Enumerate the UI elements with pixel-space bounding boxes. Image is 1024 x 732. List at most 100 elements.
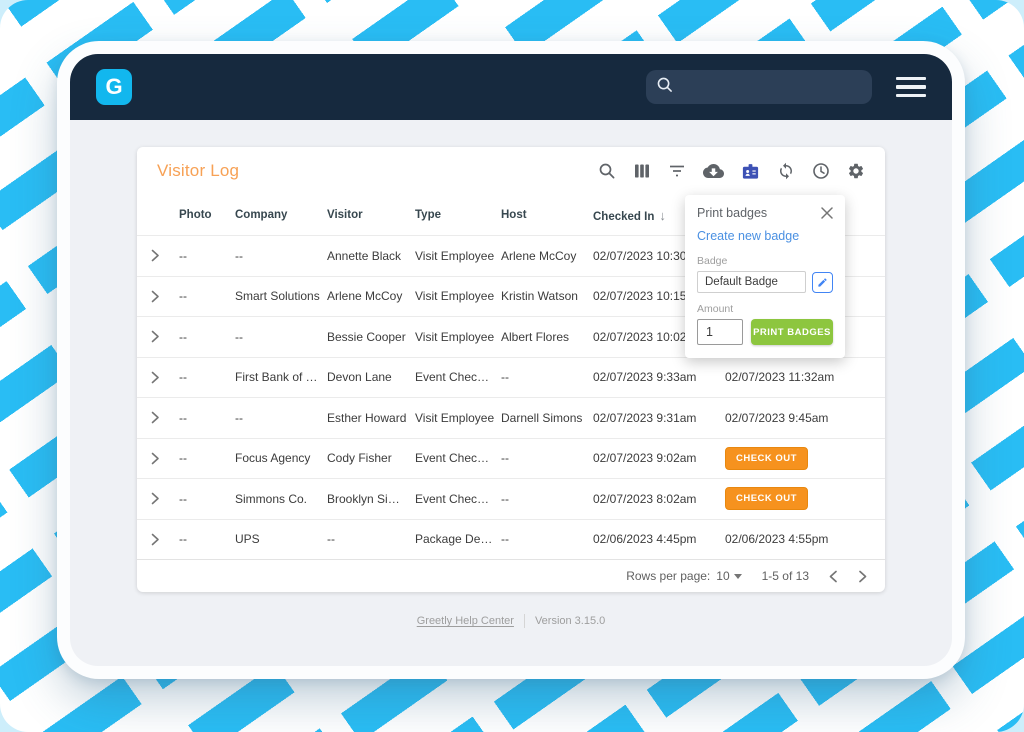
greetly-logo[interactable]: G — [96, 69, 132, 105]
footer-divider — [524, 614, 525, 628]
check-out-button[interactable]: CHECK OUT — [725, 487, 808, 510]
cell-company: Simmons Co. — [235, 492, 327, 506]
cell-host: Darnell Simons — [501, 411, 593, 425]
cell-type: Visit Employee — [415, 249, 501, 263]
row-expand-chevron-icon[interactable] — [137, 290, 179, 303]
check-out-button[interactable]: CHECK OUT — [725, 447, 808, 470]
cell-type: Visit Employee — [415, 330, 501, 344]
filter-icon[interactable] — [668, 162, 686, 180]
history-clock-icon[interactable] — [812, 162, 830, 180]
print-badges-icon[interactable] — [741, 162, 760, 181]
cell-type: Visit Employee — [415, 411, 501, 425]
row-expand-chevron-icon[interactable] — [137, 249, 179, 262]
cell-checked-in: 02/07/2023 9:31am — [593, 411, 725, 425]
cell-checked-out: 02/07/2023 11:32am — [725, 370, 885, 384]
cell-checked-out: 02/06/2023 4:55pm — [725, 532, 885, 546]
cell-visitor: Annette Black — [327, 249, 415, 263]
search-icon[interactable] — [598, 162, 616, 180]
row-expand-chevron-icon[interactable] — [137, 533, 179, 546]
cell-host: Arlene McCoy — [501, 249, 593, 263]
row-expand-chevron-icon[interactable] — [137, 330, 179, 343]
cell-company: Focus Agency — [235, 451, 327, 465]
header-photo[interactable]: Photo — [179, 209, 235, 221]
table-row[interactable]: -- Focus Agency Cody Fisher Event Check-… — [137, 438, 885, 479]
logo-letter: G — [105, 74, 122, 100]
visitor-log-card: Visitor Log — [137, 147, 885, 592]
cell-visitor: Devon Lane — [327, 370, 415, 384]
next-page-button[interactable] — [858, 570, 867, 583]
view-columns-icon[interactable] — [633, 162, 651, 180]
cell-host: -- — [501, 451, 593, 465]
cell-host: -- — [501, 492, 593, 506]
sync-icon[interactable] — [777, 162, 795, 180]
cell-company: -- — [235, 411, 327, 425]
close-icon[interactable] — [821, 207, 833, 219]
cell-photo: -- — [179, 249, 235, 263]
app-window: G Visitor Log — [70, 54, 952, 666]
cell-type: Package Delivery — [415, 532, 501, 546]
cell-checked-out: 02/07/2023 9:45am — [725, 411, 885, 425]
amount-input[interactable] — [697, 319, 743, 345]
header-company[interactable]: Company — [235, 209, 327, 221]
cell-checked-in: 02/07/2023 9:33am — [593, 370, 725, 384]
card-header: Visitor Log — [137, 147, 885, 195]
settings-gear-icon[interactable] — [847, 162, 865, 180]
device-frame: G Visitor Log — [57, 41, 965, 679]
badge-select[interactable]: Default Badge — [697, 271, 806, 293]
cell-company: UPS — [235, 532, 327, 546]
badge-field-label: Badge — [697, 255, 833, 267]
row-expand-chevron-icon[interactable] — [137, 371, 179, 384]
rows-per-page-label: Rows per page: — [626, 569, 710, 583]
top-navbar: G — [70, 54, 952, 120]
cell-company: -- — [235, 330, 327, 344]
previous-page-button[interactable] — [829, 570, 838, 583]
edit-badge-pencil-icon[interactable] — [812, 272, 833, 293]
cloud-download-icon[interactable] — [703, 162, 724, 180]
cell-visitor: Arlene McCoy — [327, 289, 415, 303]
cell-photo: -- — [179, 289, 235, 303]
search-icon — [656, 76, 673, 98]
table-row[interactable]: -- -- Esther Howard Visit Employee Darne… — [137, 397, 885, 438]
cell-visitor: Brooklyn Simmons — [327, 492, 415, 506]
popover-title: Print badges — [697, 206, 767, 220]
cell-photo: -- — [179, 370, 235, 384]
cell-type: Event Check-in — [415, 370, 501, 384]
cell-type: Visit Employee — [415, 289, 501, 303]
amount-field-label: Amount — [697, 303, 833, 315]
cell-host: Kristin Watson — [501, 289, 593, 303]
cell-company: First Bank of T... — [235, 370, 327, 384]
pagination-bar: Rows per page: 10 1-5 of 13 — [137, 559, 885, 592]
main-content: Visitor Log — [70, 120, 952, 666]
cell-photo: -- — [179, 411, 235, 425]
table-row[interactable]: -- Simmons Co. Brooklyn Simmons Event Ch… — [137, 478, 885, 519]
header-visitor[interactable]: Visitor — [327, 209, 415, 221]
toolbar — [598, 162, 865, 181]
cell-photo: -- — [179, 451, 235, 465]
print-badges-popover: Print badges Create new badge Badge Defa… — [685, 195, 845, 358]
table-row[interactable]: -- UPS -- Package Delivery -- 02/06/2023… — [137, 519, 885, 560]
cell-type: Event Check-in — [415, 492, 501, 506]
cell-checked-in: 02/07/2023 9:02am — [593, 451, 725, 465]
screenshot-root: G Visitor Log — [0, 0, 1024, 732]
global-search-input[interactable] — [679, 80, 862, 95]
cell-visitor: Bessie Cooper — [327, 330, 415, 344]
page-title: Visitor Log — [157, 161, 239, 181]
caret-down-icon — [734, 574, 742, 579]
header-host[interactable]: Host — [501, 209, 593, 221]
menu-hamburger-icon[interactable] — [896, 77, 926, 98]
rows-per-page-select[interactable]: 10 — [716, 569, 741, 583]
row-expand-chevron-icon[interactable] — [137, 492, 179, 505]
row-expand-chevron-icon[interactable] — [137, 411, 179, 424]
create-new-badge-link[interactable]: Create new badge — [697, 229, 799, 243]
global-search-bar[interactable] — [646, 70, 872, 104]
pagination-range: 1-5 of 13 — [762, 569, 809, 583]
table-row[interactable]: -- First Bank of T... Devon Lane Event C… — [137, 357, 885, 398]
cell-checked-out: CHECK OUT — [725, 487, 885, 510]
help-center-link[interactable]: Greetly Help Center — [417, 615, 514, 627]
sort-desc-icon: ↓ — [659, 208, 666, 223]
print-badges-button[interactable]: PRINT BADGES — [751, 319, 833, 345]
row-expand-chevron-icon[interactable] — [137, 452, 179, 465]
header-type[interactable]: Type — [415, 209, 501, 221]
cell-photo: -- — [179, 532, 235, 546]
cell-host: -- — [501, 532, 593, 546]
